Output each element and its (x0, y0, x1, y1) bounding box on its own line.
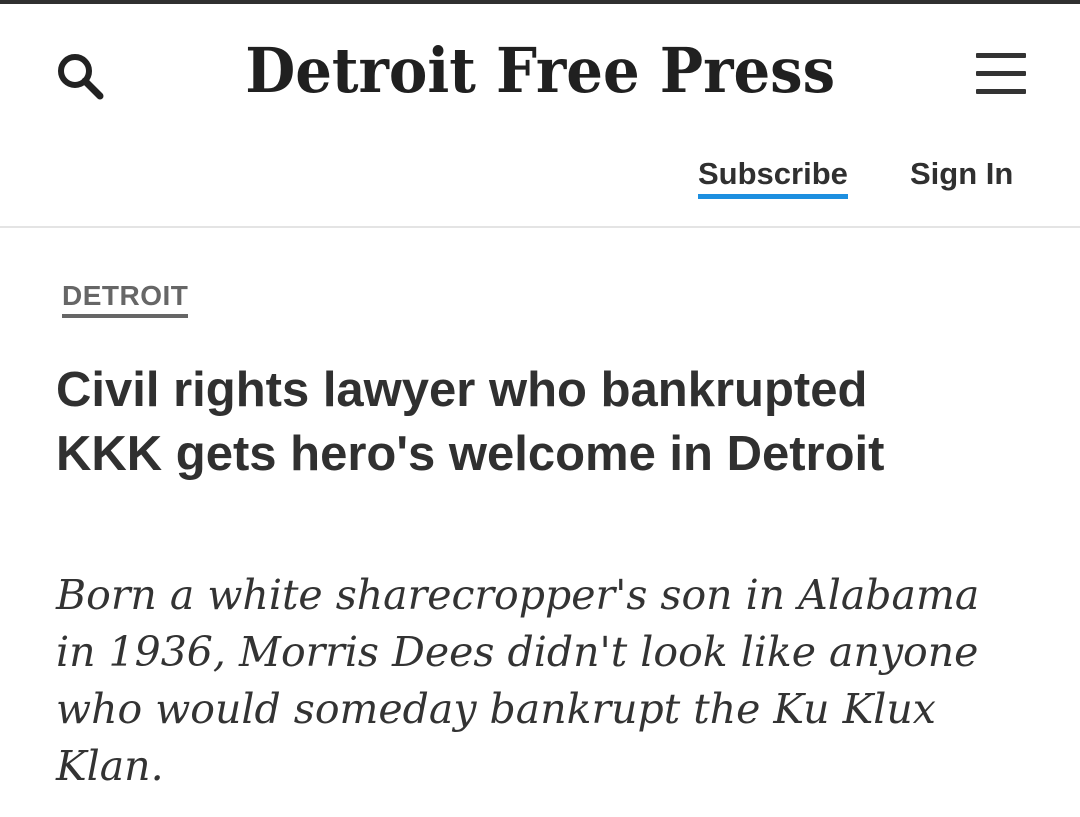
subscribe-link[interactable]: Subscribe (698, 156, 848, 199)
article-summary: Born a white sharecropper's son in Alaba… (56, 571, 980, 790)
masthead-logo[interactable]: Detroit Free Press (245, 34, 835, 107)
search-icon (58, 54, 104, 100)
header-divider (0, 226, 1080, 228)
section-label[interactable]: DETROIT (62, 279, 189, 318)
masthead-container: Detroit Free Press (0, 34, 1080, 107)
menu-button[interactable] (970, 50, 1032, 98)
search-button[interactable] (52, 50, 108, 106)
article-headline: Civil rights lawyer who bankrupted KKK g… (56, 363, 885, 481)
top-border (0, 0, 1080, 4)
sign-in-link[interactable]: Sign In (910, 156, 1013, 192)
